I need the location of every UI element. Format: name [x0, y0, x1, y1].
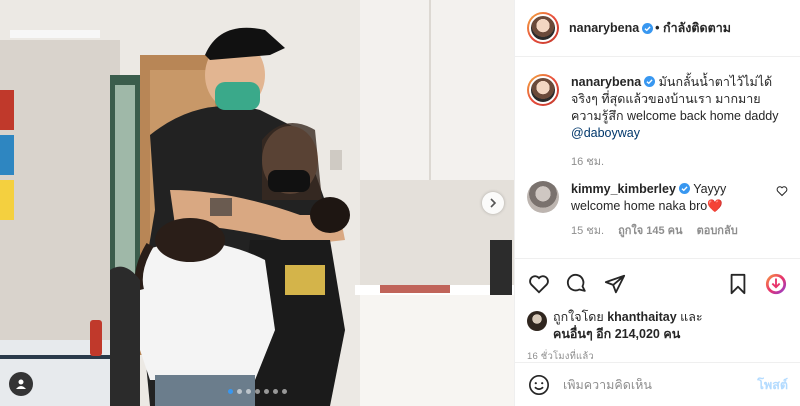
action-bar: [515, 259, 800, 309]
commenter-username[interactable]: kimmy_kimberley: [571, 182, 676, 196]
smiley-icon: [529, 374, 549, 395]
carousel-dot: [236, 389, 242, 394]
save-button[interactable]: [726, 272, 750, 296]
carousel-dot: [245, 389, 251, 394]
likes-prefix: ถูกใจโดย: [553, 310, 604, 324]
post-time-ago[interactable]: 16 ชั่วโมงที่แล้ว: [515, 343, 800, 364]
share-button[interactable]: [603, 272, 627, 296]
caption-username[interactable]: nanarybena: [571, 75, 641, 89]
author-username[interactable]: nanarybena: [569, 21, 639, 35]
verified-badge-icon: [644, 76, 656, 87]
post-photo[interactable]: [0, 0, 514, 406]
paper-plane-icon: [604, 274, 626, 294]
like-button[interactable]: [527, 272, 551, 296]
comment-button[interactable]: [565, 272, 589, 296]
liker-username[interactable]: khanthaitay: [607, 310, 676, 324]
caption-mention-link[interactable]: @daboyway: [571, 126, 640, 140]
next-image-button[interactable]: [482, 192, 504, 214]
user-icon: [16, 379, 26, 389]
bookmark-icon: [730, 273, 746, 295]
commenter-avatar[interactable]: [527, 181, 559, 213]
carousel-dot: [254, 389, 260, 394]
heart-emoji: ❤️: [707, 199, 723, 213]
carousel-dot: [227, 389, 233, 394]
comment-bubble-icon: [566, 273, 586, 292]
post-actions-section: ถูกใจโดย khanthaitay และ คนอื่นๆ อีก 214…: [515, 258, 800, 364]
post-comment-button[interactable]: โพสต์: [757, 375, 788, 395]
following-status[interactable]: • กำลังติดตาม: [655, 18, 731, 38]
emoji-button[interactable]: [527, 373, 551, 397]
author-avatar[interactable]: [527, 74, 559, 106]
comments-list: nanarybena มันกลั้นน้ำตาไว้ไม่ได้จริงๆ ท…: [515, 58, 800, 258]
verified-badge-icon: [678, 183, 690, 194]
download-circle-icon: [765, 273, 787, 295]
liker-avatar[interactable]: [527, 311, 547, 331]
carousel-indicator: [0, 389, 514, 394]
comment-likes-count[interactable]: ถูกใจ 145 คน: [618, 223, 682, 240]
post-header: nanarybena • กำลังติดตาม: [515, 0, 800, 57]
verified-badge-icon: [642, 22, 654, 34]
like-comment-heart-icon[interactable]: [776, 185, 788, 197]
chevron-right-icon: [490, 198, 497, 208]
add-comment-bar: โพสต์: [515, 362, 800, 406]
caption-timestamp: 16 ชม.: [571, 156, 605, 168]
carousel-dot: [263, 389, 269, 394]
photo-illustration: [0, 0, 514, 406]
heart-icon: [529, 275, 549, 294]
carousel-dot: [281, 389, 287, 394]
comment-timestamp: 15 ชม.: [571, 225, 605, 237]
reply-button[interactable]: ตอบกลับ: [697, 223, 738, 240]
others-likes-link[interactable]: คนอื่นๆ อีก 214,020 คน: [553, 327, 680, 341]
post-side-panel: nanarybena • กำลังติดตาม nanarybena มันก…: [514, 0, 800, 406]
likes-conjunction: และ: [680, 310, 703, 324]
extension-download-button[interactable]: [764, 272, 788, 296]
caption-item: nanarybena มันกลั้นน้ำตาไว้ไม่ได้จริงๆ ท…: [527, 74, 788, 171]
carousel-dot: [272, 389, 278, 394]
comment-item: kimmy_kimberley Yayyy welcome home naka …: [527, 181, 788, 240]
author-avatar[interactable]: [527, 12, 559, 44]
comment-input[interactable]: [563, 377, 746, 392]
likes-summary: ถูกใจโดย khanthaitay และ คนอื่นๆ อีก 214…: [515, 309, 800, 343]
tagged-users-button[interactable]: [9, 372, 33, 396]
